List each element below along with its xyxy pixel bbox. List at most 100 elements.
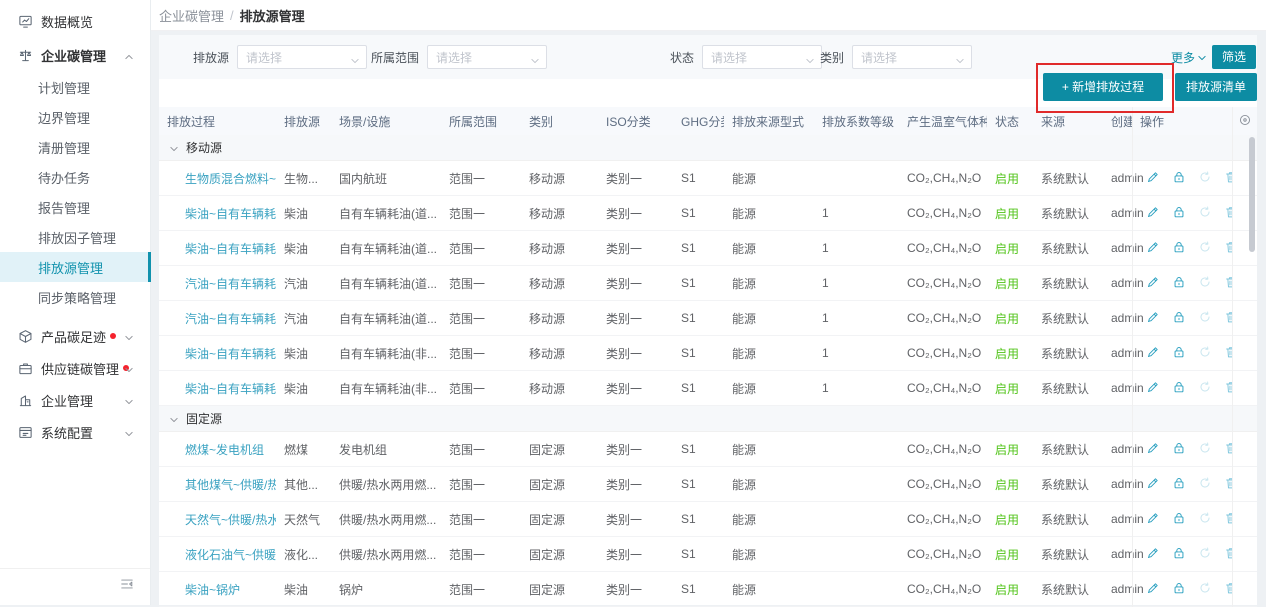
edit-icon[interactable] [1146, 275, 1160, 292]
lock-icon[interactable] [1172, 380, 1186, 397]
delete-icon[interactable] [1224, 581, 1232, 598]
delete-icon[interactable] [1224, 205, 1232, 222]
sidebar-item-supply-chain-carbon[interactable]: 供应链碳管理 [0, 352, 150, 384]
sidebar-item-enterprise-carbon[interactable]: 企业碳管理 [0, 38, 150, 72]
sidebar-item-boundary-management[interactable]: 边界管理 [0, 102, 150, 132]
cell-process[interactable]: 液化石油气~供暖/... [159, 537, 276, 571]
column-settings-icon[interactable] [1238, 113, 1252, 130]
cell-source: 生物... [276, 161, 331, 195]
cell-process[interactable]: 生物质混合燃料~国... [159, 161, 276, 195]
add-emission-process-button[interactable]: + 新增排放过程 [1043, 73, 1163, 101]
refresh-icon[interactable] [1198, 476, 1212, 493]
filter-select-status[interactable]: 请选择 [702, 45, 822, 69]
breadcrumb-parent[interactable]: 企业碳管理 [159, 6, 224, 25]
edit-icon[interactable] [1146, 205, 1160, 222]
lock-icon[interactable] [1172, 581, 1186, 598]
sidebar-item-emission-source-management[interactable]: 排放源管理 [0, 252, 150, 282]
filter-select-emission-source[interactable]: 请选择 [237, 45, 367, 69]
more-filters-link[interactable]: 更多 [1171, 45, 1207, 69]
edit-icon[interactable] [1146, 380, 1160, 397]
lock-icon[interactable] [1172, 476, 1186, 493]
refresh-icon[interactable] [1198, 170, 1212, 187]
cell-process[interactable]: 燃煤~发电机组 [159, 432, 276, 466]
cell-process[interactable]: 柴油~自有车辆耗油... [159, 371, 276, 405]
cell-process[interactable]: 柴油~自有车辆耗油... [159, 196, 276, 230]
sidebar-item-sync-strategy-management[interactable]: 同步策略管理 [0, 282, 150, 312]
filter-button[interactable]: 筛选 [1212, 45, 1256, 69]
lock-icon[interactable] [1172, 170, 1186, 187]
group-row-固定源[interactable]: 固定源 [159, 406, 1257, 432]
cell-process[interactable]: 其他煤气~供暖/热... [159, 467, 276, 501]
filter-group-scope: 所属范围请选择 [371, 45, 547, 69]
lock-icon[interactable] [1172, 310, 1186, 327]
lock-icon[interactable] [1172, 205, 1186, 222]
filter-select-category[interactable]: 请选择 [852, 45, 972, 69]
delete-icon[interactable] [1224, 476, 1232, 493]
cell-origin: 系统默认 [1033, 196, 1103, 230]
cell-process[interactable]: 柴油~锅炉 [159, 572, 276, 606]
group-name: 固定源 [186, 410, 222, 427]
table-scrollbar[interactable] [1249, 137, 1255, 252]
cell-process[interactable]: 汽油~自有车辆耗油... [159, 266, 276, 300]
delete-icon[interactable] [1224, 441, 1232, 458]
collapse-sidebar-icon[interactable] [120, 577, 134, 596]
delete-icon[interactable] [1224, 345, 1232, 362]
refresh-icon[interactable] [1198, 205, 1212, 222]
edit-icon[interactable] [1146, 170, 1160, 187]
refresh-icon[interactable] [1198, 345, 1212, 362]
edit-icon[interactable] [1146, 240, 1160, 257]
cell-spacer [1232, 336, 1257, 370]
sidebar-item-product-footprint[interactable]: 产品碳足迹 [0, 320, 150, 352]
cell-spacer [1232, 371, 1257, 405]
lock-icon[interactable] [1172, 546, 1186, 563]
delete-icon[interactable] [1224, 546, 1232, 563]
delete-icon[interactable] [1224, 511, 1232, 528]
sidebar-item-enterprise-management[interactable]: 企业管理 [0, 384, 150, 416]
sidebar-item-emission-factor-management[interactable]: 排放因子管理 [0, 222, 150, 252]
edit-icon[interactable] [1146, 310, 1160, 327]
lock-icon[interactable] [1172, 441, 1186, 458]
sidebar-item-system-config[interactable]: 系统配置 [0, 416, 150, 448]
filter-select-scope[interactable]: 请选择 [427, 45, 547, 69]
delete-icon[interactable] [1224, 310, 1232, 327]
edit-icon[interactable] [1146, 511, 1160, 528]
delete-icon[interactable] [1224, 275, 1232, 292]
refresh-icon[interactable] [1198, 310, 1212, 327]
edit-icon[interactable] [1146, 546, 1160, 563]
cell-process[interactable]: 天然气~供暖/热水... [159, 502, 276, 536]
edit-icon[interactable] [1146, 581, 1160, 598]
refresh-icon[interactable] [1198, 511, 1212, 528]
refresh-icon[interactable] [1198, 581, 1212, 598]
cell-process[interactable]: 柴油~自有车辆耗油... [159, 336, 276, 370]
delete-icon[interactable] [1224, 380, 1232, 397]
lock-icon[interactable] [1172, 275, 1186, 292]
sidebar-item-todo-tasks[interactable]: 待办任务 [0, 162, 150, 192]
sidebar-item-data-overview[interactable]: 数据概览 [0, 4, 150, 38]
refresh-icon[interactable] [1198, 380, 1212, 397]
lock-icon[interactable] [1172, 511, 1186, 528]
sidebar-item-label: 计划管理 [38, 78, 90, 97]
lock-icon[interactable] [1172, 345, 1186, 362]
product-icon [18, 329, 33, 344]
group-row-移动源[interactable]: 移动源 [159, 135, 1257, 161]
delete-icon[interactable] [1224, 240, 1232, 257]
edit-icon[interactable] [1146, 345, 1160, 362]
sidebar-item-report-management[interactable]: 报告管理 [0, 192, 150, 222]
chevron-down-icon [350, 53, 360, 63]
edit-icon[interactable] [1146, 476, 1160, 493]
refresh-icon[interactable] [1198, 275, 1212, 292]
cell-process[interactable]: 汽油~自有车辆耗油... [159, 301, 276, 335]
filter-group-category: 类别请选择 [820, 45, 972, 69]
sidebar-item-plan-management[interactable]: 计划管理 [0, 72, 150, 102]
cell-process[interactable]: 柴油~自有车辆耗油... [159, 231, 276, 265]
cell-ops [1132, 231, 1232, 265]
sidebar-item-inventory-management[interactable]: 清册管理 [0, 132, 150, 162]
refresh-icon[interactable] [1198, 240, 1212, 257]
cell-category: 移动源 [521, 336, 598, 370]
refresh-icon[interactable] [1198, 546, 1212, 563]
refresh-icon[interactable] [1198, 441, 1212, 458]
edit-icon[interactable] [1146, 441, 1160, 458]
delete-icon[interactable] [1224, 170, 1232, 187]
emission-source-list-button[interactable]: 排放源清单 [1175, 73, 1257, 101]
lock-icon[interactable] [1172, 240, 1186, 257]
